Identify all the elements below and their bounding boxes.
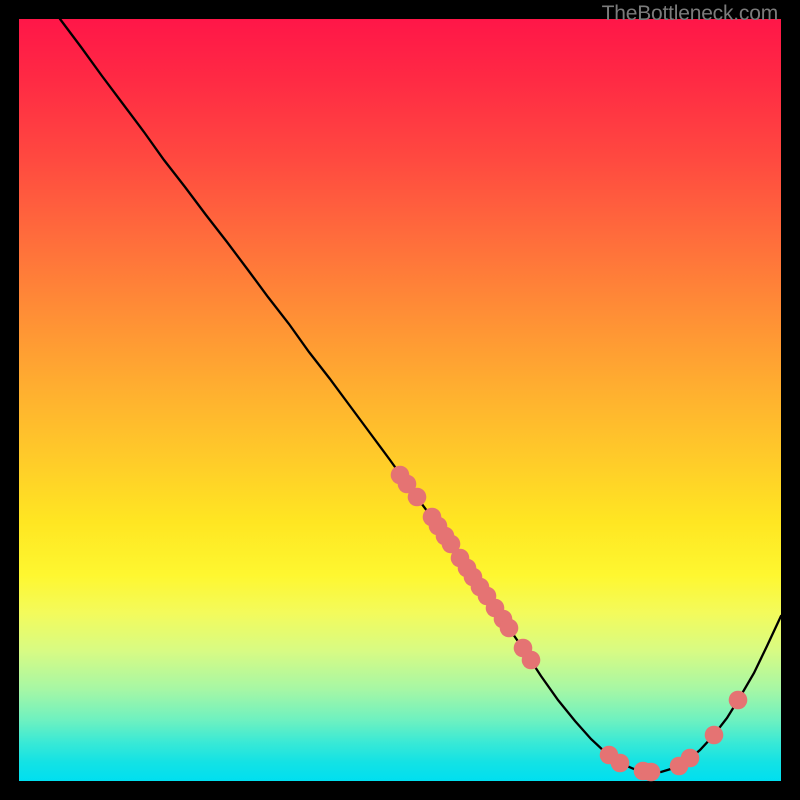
data-point xyxy=(522,651,541,670)
data-point xyxy=(681,749,700,768)
data-point xyxy=(705,726,724,745)
data-point xyxy=(642,763,661,782)
watermark-label: TheBottleneck.com xyxy=(602,2,778,26)
data-point xyxy=(729,691,748,710)
data-points xyxy=(391,466,748,782)
data-point xyxy=(500,619,519,638)
bottleneck-curve xyxy=(60,19,781,772)
bottleneck-chart xyxy=(19,19,781,781)
chart-svg xyxy=(19,19,781,781)
data-point xyxy=(408,488,427,507)
data-point xyxy=(611,754,630,773)
